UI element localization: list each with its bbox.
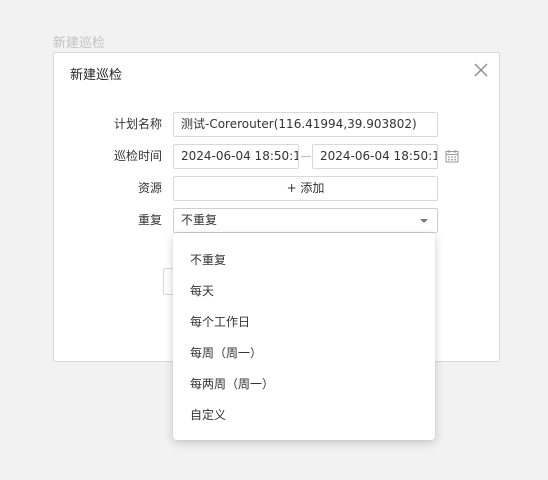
start-time-input[interactable]: 2024-06-04 18:50:14 [173,144,299,169]
resource-label: 资源 [137,181,162,195]
plan-name-input[interactable]: 测试-Corerouter(116.41994,39.903802) [173,112,438,137]
background-page-title: 新建巡检 [53,36,106,51]
repeat-option-daily[interactable]: 每天 [173,276,435,307]
patrol-time-label: 巡检时间 [113,149,162,163]
repeat-dropdown-menu: 不重复 每天 每个工作日 每周（周一） 每两周（周一） 自定义 [173,233,435,440]
dialog-title: 新建巡检 [70,68,123,83]
range-separator [301,156,311,157]
calendar-icon[interactable] [445,148,459,167]
repeat-label: 重复 [137,213,162,227]
add-resource-button[interactable]: + 添加 [173,176,438,201]
close-icon[interactable] [472,61,490,79]
repeat-option-workday[interactable]: 每个工作日 [173,307,435,338]
repeat-option-weekly[interactable]: 每周（周一） [173,338,435,369]
repeat-option-biweekly[interactable]: 每两周（周一） [173,369,435,400]
chevron-down-icon [420,219,428,223]
repeat-selected-value: 不重复 [181,213,218,227]
end-time-input[interactable]: 2024-06-04 18:50:14 [312,144,438,169]
repeat-select[interactable]: 不重复 [173,208,438,233]
repeat-option-none[interactable]: 不重复 [173,245,435,276]
plan-name-label: 计划名称 [113,117,162,131]
repeat-option-custom[interactable]: 自定义 [173,400,435,431]
